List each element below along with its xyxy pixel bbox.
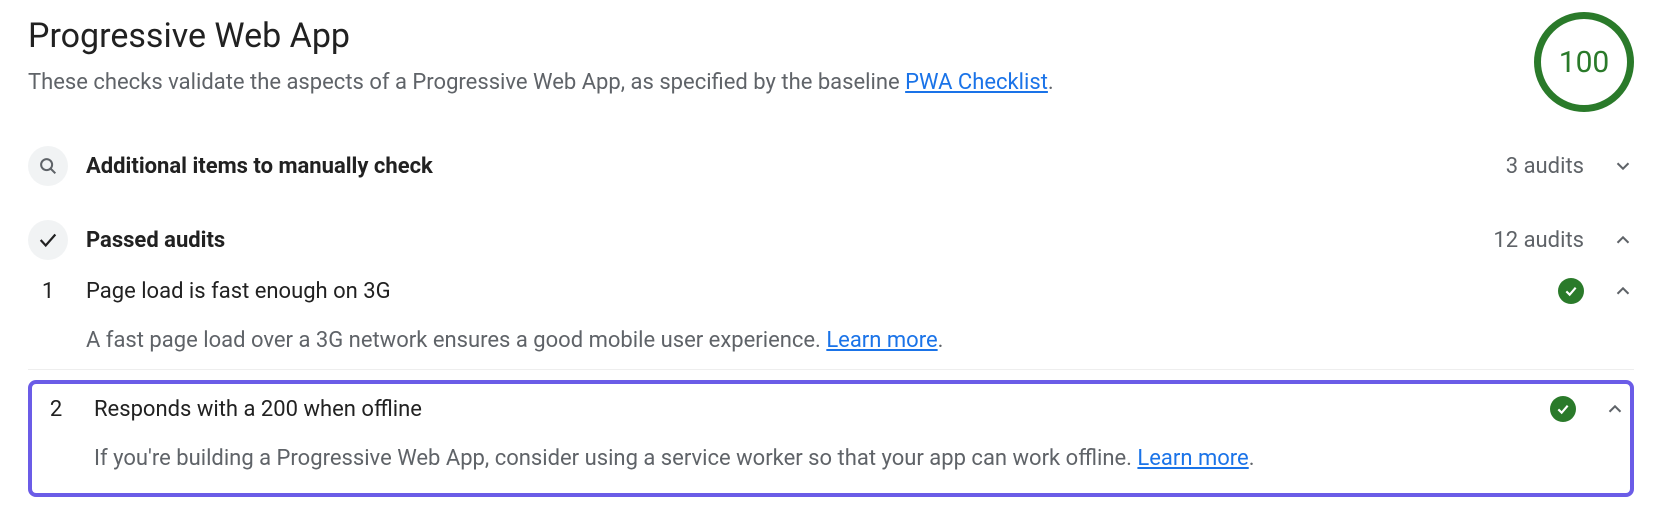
chevron-up-icon [1612, 229, 1634, 251]
manual-group-title: Additional items to manually check [86, 154, 1488, 179]
audit-desc-suffix: . [938, 328, 944, 353]
category-subtitle: These checks validate the aspects of a P… [28, 70, 1510, 95]
audit-title: Page load is fast enough on 3G [86, 279, 1540, 304]
passed-group-count: 12 audits [1493, 228, 1584, 253]
manual-checks-group-header[interactable]: Additional items to manually check 3 aud… [28, 138, 1634, 194]
category-header: Progressive Web App These checks validat… [28, 12, 1634, 112]
audit-item: 1 Page load is fast enough on 3G A fast … [28, 268, 1634, 369]
audit-item-highlighted: 2 Responds with a 200 when offline If yo… [28, 380, 1634, 497]
pass-badge-icon [1558, 278, 1584, 304]
score-value: 100 [1559, 45, 1610, 80]
check-icon [28, 220, 68, 260]
audit-row-header[interactable]: 2 Responds with a 200 when offline [36, 386, 1626, 428]
audit-description: If you're building a Progressive Web App… [36, 428, 1626, 487]
chevron-down-icon [1612, 155, 1634, 177]
score-gauge: 100 [1534, 12, 1634, 112]
divider [28, 369, 1634, 370]
subtitle-prefix: These checks validate the aspects of a P… [28, 70, 905, 95]
audit-desc-suffix: . [1249, 446, 1255, 471]
search-icon [28, 146, 68, 186]
passed-audits-group-header[interactable]: Passed audits 12 audits [28, 212, 1634, 268]
learn-more-link[interactable]: Learn more [1137, 446, 1248, 471]
audit-desc-text: A fast page load over a 3G network ensur… [86, 328, 826, 353]
manual-group-count: 3 audits [1506, 154, 1584, 179]
audit-desc-text: If you're building a Progressive Web App… [94, 446, 1137, 471]
category-title: Progressive Web App [28, 16, 1510, 56]
header-text: Progressive Web App These checks validat… [28, 12, 1510, 95]
audit-index: 1 [28, 279, 68, 304]
chevron-up-icon [1604, 398, 1626, 420]
learn-more-link[interactable]: Learn more [826, 328, 937, 353]
audit-title: Responds with a 200 when offline [94, 397, 1532, 422]
pwa-checklist-link[interactable]: PWA Checklist [905, 70, 1048, 95]
audit-index: 2 [36, 397, 76, 422]
subtitle-suffix: . [1048, 70, 1054, 95]
pass-badge-icon [1550, 396, 1576, 422]
chevron-up-icon [1612, 280, 1634, 302]
audit-description: A fast page load over a 3G network ensur… [28, 310, 1634, 369]
passed-group-title: Passed audits [86, 228, 1475, 253]
audit-row-header[interactable]: 1 Page load is fast enough on 3G [28, 268, 1634, 310]
